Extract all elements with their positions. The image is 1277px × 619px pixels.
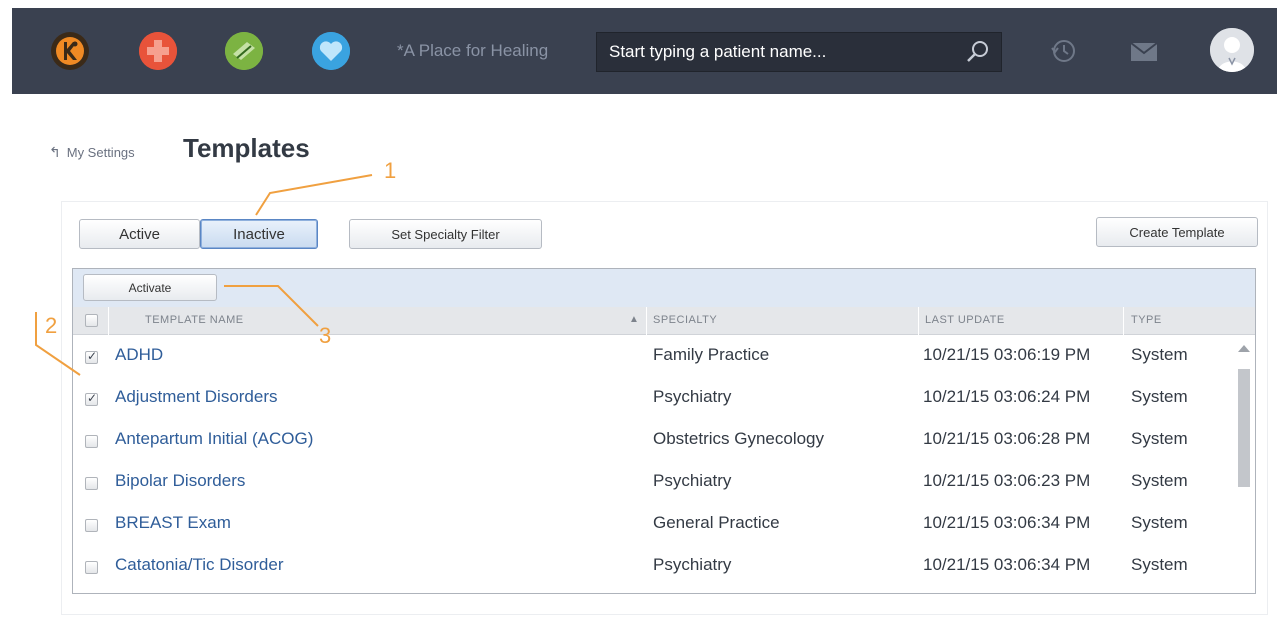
mail-icon[interactable] — [1129, 40, 1159, 68]
table-row[interactable]: Adjustment Disorders Psychiatry 10/21/15 0… — [73, 377, 1233, 419]
back-arrow-icon: ↰ — [49, 144, 61, 160]
specialty-cell: Psychiatry — [653, 387, 732, 406]
set-specialty-filter-button[interactable]: Set Specialty Filter — [349, 219, 542, 249]
templates-grid: Activate TEMPLATE NAME ▲ SPECIALTY LAST … — [72, 268, 1256, 594]
last-update-cell: 10/21/15 03:06:34 PM — [923, 555, 1091, 574]
back-link-label: My Settings — [66, 145, 135, 160]
last-update-cell: 10/21/15 03:06:24 PM — [923, 387, 1091, 406]
column-divider — [918, 307, 919, 335]
last-update-cell: 10/21/15 03:06:23 PM — [923, 471, 1091, 490]
search-icon[interactable] — [965, 39, 991, 69]
sort-ascending-icon[interactable]: ▲ — [629, 314, 639, 325]
back-to-settings-link[interactable]: ↰ My Settings — [49, 144, 135, 161]
type-cell: System — [1131, 513, 1188, 532]
patient-search-box[interactable] — [596, 32, 1002, 72]
heart-health-icon[interactable] — [312, 32, 350, 70]
table-row[interactable]: ADHD Family Practice 10/21/15 03:06:19 PM S… — [73, 335, 1233, 377]
type-cell: System — [1131, 387, 1188, 406]
grid-scrollbar[interactable] — [1233, 335, 1255, 593]
column-header-template-name[interactable]: TEMPLATE NAME — [145, 314, 244, 326]
last-update-cell: 10/21/15 03:06:28 PM — [923, 429, 1091, 448]
column-divider — [1123, 307, 1124, 335]
callout-number-2: 2 — [45, 313, 58, 338]
template-name-link[interactable]: Bipolar Disorders — [115, 471, 245, 491]
template-name-link[interactable]: Antepartum Initial (ACOG) — [115, 429, 313, 449]
specialty-cell: Family Practice — [653, 345, 770, 364]
history-icon[interactable] — [1048, 36, 1078, 70]
row-checkbox[interactable] — [85, 477, 98, 490]
template-name-link[interactable]: Adjustment Disorders — [115, 387, 278, 407]
row-checkbox[interactable] — [85, 391, 98, 406]
type-cell: System — [1131, 471, 1188, 490]
patient-search-input[interactable] — [597, 42, 937, 62]
scroll-up-arrow-icon[interactable] — [1238, 345, 1250, 352]
specialty-cell: Psychiatry — [653, 555, 732, 574]
select-all-checkbox[interactable] — [85, 314, 98, 327]
template-name-link[interactable]: Catatonia/Tic Disorder — [115, 555, 284, 575]
table-row[interactable]: Bipolar Disorders Psychiatry 10/21/15 03:0… — [73, 461, 1233, 503]
template-name-link[interactable]: ADHD — [115, 345, 163, 365]
row-checkbox[interactable] — [85, 519, 98, 532]
specialty-cell: Psychiatry — [653, 471, 732, 490]
column-header-type[interactable]: TYPE — [1131, 314, 1162, 326]
specialty-cell: Obstetrics Gynecology — [653, 429, 825, 448]
grid-header: TEMPLATE NAME ▲ SPECIALTY LAST UPDATE TY… — [73, 307, 1255, 335]
billing-icon[interactable] — [225, 32, 263, 70]
table-row[interactable]: BREAST Exam General Practice 10/21/15 03:0… — [73, 503, 1233, 545]
specialty-cell: General Practice — [653, 513, 780, 532]
grid-toolbar: Activate — [73, 269, 1255, 307]
column-header-last-update[interactable]: LAST UPDATE — [925, 314, 1005, 326]
row-checkbox[interactable] — [85, 349, 98, 364]
template-name-link[interactable]: BREAST Exam — [115, 513, 231, 533]
last-update-cell: 10/21/15 03:06:34 PM — [923, 513, 1091, 532]
row-checkbox[interactable] — [85, 561, 98, 574]
last-update-cell: 10/21/15 03:06:19 PM — [923, 345, 1091, 364]
medical-cross-icon[interactable] — [139, 32, 177, 70]
page-title: Templates — [183, 133, 310, 163]
tab-active[interactable]: Active — [79, 219, 200, 249]
create-template-button[interactable]: Create Template — [1096, 217, 1258, 247]
top-navigation-bar: *A Place for Healing — [12, 8, 1277, 94]
type-cell: System — [1131, 345, 1188, 364]
table-row[interactable]: Antepartum Initial (ACOG) Obstetrics Gyne… — [73, 419, 1233, 461]
column-divider — [108, 307, 109, 335]
column-header-specialty[interactable]: SPECIALTY — [653, 314, 717, 326]
callout-number-1: 1 — [384, 158, 397, 183]
callout-number-3: 3 — [319, 323, 332, 348]
type-cell: System — [1131, 555, 1188, 574]
row-checkbox[interactable] — [85, 435, 98, 448]
activate-button[interactable]: Activate — [83, 274, 217, 301]
user-avatar[interactable] — [1210, 28, 1254, 72]
type-cell: System — [1131, 429, 1188, 448]
clinic-name: *A Place for Healing — [397, 41, 549, 60]
table-row[interactable]: Catatonia/Tic Disorder Psychiatry 10/21/15… — [73, 545, 1233, 587]
scroll-thumb[interactable] — [1238, 369, 1250, 487]
tab-inactive[interactable]: Inactive — [200, 219, 318, 249]
column-divider — [646, 307, 647, 335]
logo-icon[interactable] — [51, 32, 89, 70]
